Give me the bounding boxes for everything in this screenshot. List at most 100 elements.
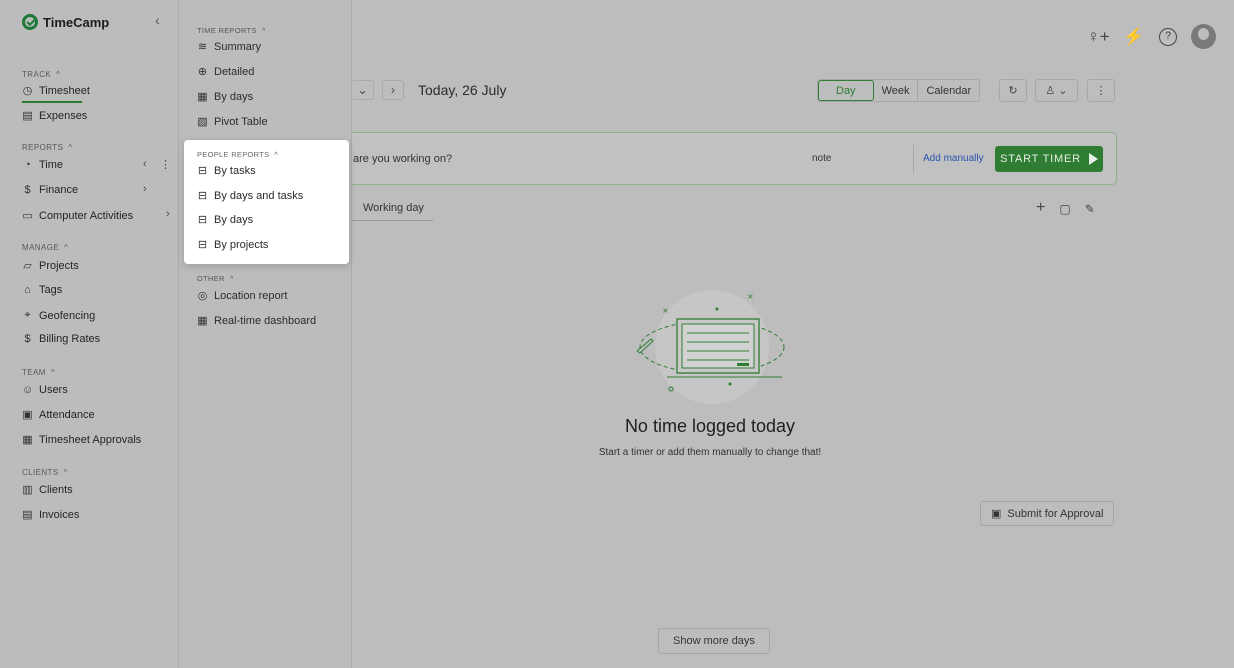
sidebar-item-users[interactable]: ☺ Users — [22, 384, 68, 396]
section-reports-header[interactable]: REPORTS ^ — [22, 143, 72, 152]
sidebar-item-tags[interactable]: ⌂ Tags — [22, 284, 62, 296]
people-reports-header[interactable]: PEOPLE REPORTS ^ — [197, 150, 278, 159]
section-track-header[interactable]: TRACK ^ — [22, 70, 60, 79]
sidebar-item-computer-activities[interactable]: ▭ Computer Activities — [22, 209, 134, 223]
edit-icon[interactable]: ✎ — [1085, 202, 1095, 216]
people-reports-popup: PEOPLE REPORTS ^ ⊟ By tasks ⊟ By days and… — [184, 140, 349, 264]
add-user-icon[interactable]: ♀+ — [1087, 27, 1110, 47]
report-pivot-table[interactable]: ▧ Pivot Table — [197, 115, 267, 129]
avatar[interactable] — [1191, 24, 1216, 49]
laptop-icon: ▭ — [22, 210, 33, 222]
chevron-up-icon: ^ — [50, 368, 55, 377]
people-report-by-days-and-tasks[interactable]: ⊟ By days and tasks — [197, 189, 303, 203]
sidebar-item-projects[interactable]: ▱ Projects — [22, 259, 79, 273]
section-manage-header[interactable]: MANAGE ^ — [22, 243, 68, 252]
add-manually-link[interactable]: Add manually — [923, 153, 984, 164]
svg-text:×: × — [662, 306, 669, 315]
submit-label: Submit for Approval — [1007, 507, 1104, 520]
more-options-button[interactable]: ⋮ — [1087, 79, 1115, 102]
sidebar-item-timesheet[interactable]: ◷ Timesheet — [22, 84, 90, 98]
top-toolbar: ♀+ ⚡ ? — [1087, 24, 1216, 49]
sidebar-item-attendance[interactable]: ▣ Attendance — [22, 408, 94, 422]
report-by-days[interactable]: ▦ By days — [197, 90, 253, 104]
sidebar-item-billing-rates[interactable]: $ Billing Rates — [22, 333, 100, 345]
section-team-header[interactable]: TEAM ^ — [22, 368, 55, 377]
start-timer-label: START TIMER — [1000, 153, 1081, 165]
sidebar-item-time[interactable]: ◔ Time — [22, 159, 63, 171]
chevron-left-icon[interactable]: ‹ — [143, 158, 147, 170]
report-location[interactable]: ◎ Location report — [197, 289, 288, 303]
report-summary[interactable]: ≋ Summary — [197, 40, 262, 54]
other-reports-header[interactable]: OTHER ^ — [197, 274, 234, 283]
timecamp-logo-icon — [22, 14, 38, 30]
view-switcher: Day Week Calendar — [817, 79, 981, 102]
task-input[interactable]: are you working on? — [353, 153, 452, 165]
tab-week[interactable]: Week — [874, 80, 919, 101]
divider — [913, 145, 914, 173]
sidebar-item-invoices[interactable]: ▤ Invoices — [22, 508, 80, 522]
calendar-icon: ▦ — [197, 91, 208, 103]
next-day-button[interactable]: › — [382, 80, 404, 100]
tab-day[interactable]: Day — [818, 80, 874, 101]
submit-for-approval-button[interactable]: ▣ Submit for Approval — [980, 501, 1115, 526]
copy-icon[interactable]: ▢ — [1059, 202, 1070, 216]
people-report-icon: ⊟ — [197, 165, 208, 177]
sidebar-item-label: Computer Activities — [39, 209, 134, 222]
sidebar-item-label: Projects — [39, 259, 79, 272]
chevron-right-icon[interactable]: › — [166, 208, 170, 220]
user-filter-button[interactable]: ♙ ⌄ — [1035, 79, 1078, 102]
start-timer-button[interactable]: START TIMER — [995, 146, 1103, 172]
clock-icon: ◷ — [22, 85, 33, 97]
chevron-up-icon: ^ — [261, 26, 266, 35]
chevron-up-icon: ^ — [274, 150, 279, 159]
people-report-by-tasks[interactable]: ⊟ By tasks — [197, 164, 256, 178]
sidebar-item-label: Time — [39, 159, 64, 171]
report-label: Summary — [214, 40, 262, 53]
chevron-up-icon: ^ — [64, 243, 69, 252]
show-more-days-button[interactable]: Show more days — [658, 628, 770, 654]
working-day-tab[interactable]: Working day — [352, 202, 433, 221]
note-input[interactable]: note — [812, 153, 831, 164]
summary-icon: ≋ — [197, 41, 208, 53]
geofence-icon: ⌖ — [24, 309, 31, 321]
sidebar-item-clients[interactable]: ▥ Clients — [22, 483, 73, 497]
sidebar-item-label: Clients — [39, 483, 73, 496]
current-date[interactable]: Today, 26 July — [418, 82, 506, 98]
logo[interactable]: TimeCamp — [22, 14, 109, 30]
kebab-menu-icon[interactable]: ⋮ — [160, 158, 171, 171]
people-report-by-days[interactable]: ⊟ By days — [197, 213, 254, 227]
app-name: TimeCamp — [43, 14, 110, 30]
users-icon: ☺ — [22, 384, 34, 396]
collapse-sidebar-icon[interactable]: ‹ — [155, 12, 160, 28]
report-label: By days — [214, 213, 254, 226]
report-detailed[interactable]: ⊕ Detailed — [197, 65, 255, 79]
help-icon[interactable]: ? — [1159, 27, 1177, 46]
chevron-right-icon[interactable]: › — [143, 183, 147, 195]
active-indicator — [22, 101, 82, 103]
report-label: By projects — [214, 238, 269, 251]
sidebar-item-label: Finance — [39, 184, 79, 196]
report-label: Detailed — [214, 65, 255, 78]
sidebar-item-geofencing[interactable]: ⌖ Geofencing — [22, 309, 95, 322]
sidebar-item-label: Expenses — [39, 109, 88, 122]
location-icon: ◎ — [197, 290, 208, 302]
add-entry-icon[interactable]: + — [1036, 200, 1045, 216]
attendance-icon: ▣ — [22, 409, 33, 421]
sidebar-item-expenses[interactable]: ▤ Expenses — [22, 109, 88, 123]
tab-calendar[interactable]: Calendar — [918, 80, 979, 101]
prev-day-button[interactable]: ⌄ — [352, 80, 374, 100]
sidebar-item-label: Invoices — [39, 508, 80, 521]
svg-text:×: × — [747, 292, 754, 301]
sidebar-item-finance[interactable]: $ Finance — [22, 184, 78, 196]
receipt-icon: ▤ — [22, 110, 33, 122]
time-reports-header[interactable]: TIME REPORTS ^ — [197, 26, 266, 35]
people-report-by-projects[interactable]: ⊟ By projects — [197, 238, 269, 252]
plug-icon[interactable]: ⚡ — [1123, 27, 1145, 47]
sidebar-item-timesheet-approvals[interactable]: ▦ Timesheet Approvals — [22, 433, 141, 447]
magnify-icon: ⊕ — [197, 66, 208, 78]
section-clients-header[interactable]: CLIENTS ^ — [22, 468, 68, 477]
report-label: By tasks — [214, 164, 256, 177]
refresh-button[interactable]: ↻ — [999, 79, 1027, 102]
report-realtime-dashboard[interactable]: ▦ Real-time dashboard — [197, 314, 316, 328]
sidebar-item-label: Timesheet — [39, 84, 90, 97]
